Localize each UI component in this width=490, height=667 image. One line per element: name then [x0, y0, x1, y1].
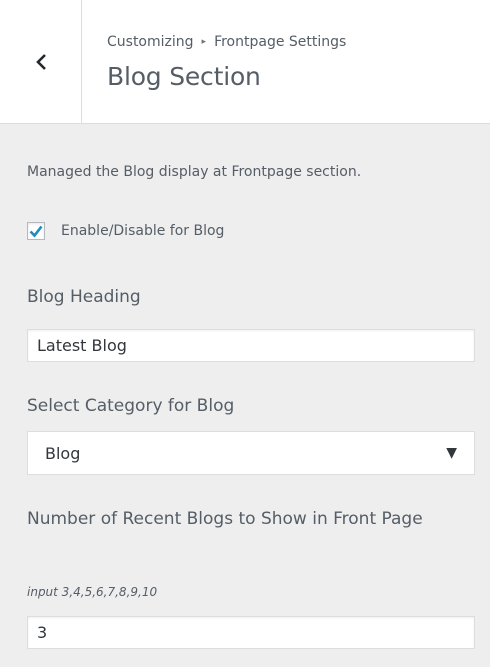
enable-blog-control: Enable/Disable for Blog — [27, 222, 224, 240]
recent-count-input[interactable]: 3 — [27, 616, 475, 649]
section-title: Blog Section — [107, 62, 261, 91]
blog-heading-value: Latest Blog — [37, 336, 127, 355]
blog-heading-label: Blog Heading — [27, 287, 141, 307]
dropdown-arrow-icon: ▼ — [446, 445, 457, 461]
category-select[interactable]: Blog ▼ — [27, 431, 475, 475]
breadcrumb: Customizing ▸ Frontpage Settings — [107, 34, 346, 50]
blog-heading-input[interactable]: Latest Blog — [27, 329, 475, 362]
checkmark-icon — [29, 225, 43, 238]
recent-count-value: 3 — [37, 623, 48, 642]
header-titles: Customizing ▸ Frontpage Settings Blog Se… — [107, 34, 346, 91]
enable-blog-label: Enable/Disable for Blog — [61, 223, 225, 239]
recent-count-label: Number of Recent Blogs to Show in Front … — [27, 509, 423, 529]
customizer-header: Customizing ▸ Frontpage Settings Blog Se… — [0, 0, 490, 124]
enable-blog-checkbox[interactable] — [27, 222, 45, 240]
chevron-left-icon — [34, 52, 48, 72]
category-selected-value: Blog — [45, 443, 81, 463]
category-label: Select Category for Blog — [27, 396, 235, 416]
recent-count-hint: input 3,4,5,6,7,8,9,10 — [27, 585, 158, 599]
breadcrumb-parent: Customizing — [107, 34, 194, 50]
section-description: Managed the Blog display at Frontpage se… — [27, 164, 362, 180]
breadcrumb-separator-icon: ▸ — [201, 37, 207, 47]
breadcrumb-child: Frontpage Settings — [214, 34, 347, 50]
back-button[interactable] — [0, 0, 82, 124]
